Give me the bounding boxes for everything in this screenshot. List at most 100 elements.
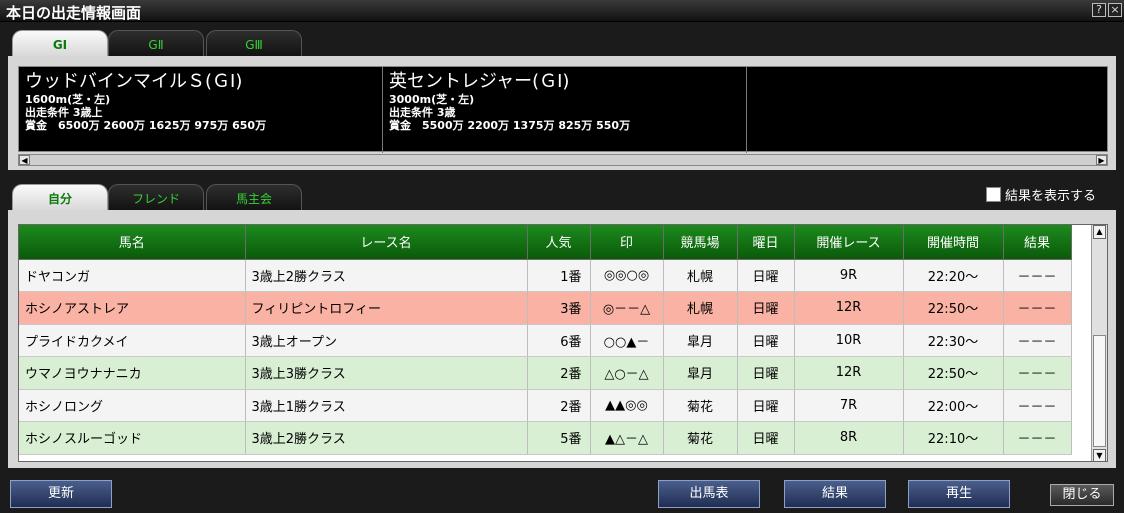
entries-panel: 馬名 レース名 人気 印 競馬場 曜日 開催レース 開催時間 結果 ドヤコンガ … (8, 210, 1116, 468)
horse-name: ホシノスルーゴッド (19, 421, 246, 455)
race-name-cell: 3歳上2勝クラス (245, 421, 528, 455)
race-name-cell: 3歳上2勝クラス (245, 259, 528, 292)
popularity-cell: 1番 (527, 259, 591, 292)
marks-cell: ▲△－△ (590, 421, 664, 455)
replay-button[interactable]: 再生 (908, 480, 1010, 508)
race-name-cell: 3歳上1勝クラス (245, 389, 528, 422)
horse-name: プライドカクメイ (19, 324, 246, 357)
scroll-right-icon[interactable]: ▶ (1096, 155, 1107, 165)
show-results-toggle[interactable]: 結果を表示する (986, 186, 1097, 204)
results-button[interactable]: 結果 (784, 480, 886, 508)
marks-cell: ▲▲◎◎ (590, 389, 664, 422)
course-cell: 皐月 (663, 356, 738, 390)
race-name: ウッドバインマイルＳ(ＧⅠ) (25, 71, 243, 92)
day-cell: 日曜 (737, 324, 795, 357)
column-header-day[interactable]: 曜日 (737, 225, 795, 260)
column-header-marks[interactable]: 印 (590, 225, 664, 260)
race-number-cell: 12R (794, 291, 904, 325)
race-name-cell: フィリピントロフィー (245, 291, 528, 325)
scroll-down-icon[interactable]: ▼ (1093, 449, 1106, 461)
marks-cell: △○－△ (590, 356, 664, 390)
entries-button[interactable]: 出馬表 (658, 480, 760, 508)
entries-table: 馬名 レース名 人気 印 競馬場 曜日 開催レース 開催時間 結果 ドヤコンガ … (19, 225, 1072, 455)
day-cell: 日曜 (737, 421, 795, 455)
table-row[interactable]: ドヤコンガ 3歳上2勝クラス 1番 ◎◎○◎ 札幌 日曜 9R 22:20～ －… (19, 259, 1072, 292)
tab-g2[interactable]: GⅡ (108, 30, 204, 58)
race-name-cell: 3歳上3勝クラス (245, 356, 528, 390)
show-results-label: 結果を表示する (1005, 188, 1097, 204)
result-cell: －－－ (1003, 324, 1072, 357)
table-row[interactable]: ウマノヨウナナニカ 3歳上3勝クラス 2番 △○－△ 皐月 日曜 12R 22:… (19, 356, 1072, 390)
result-cell: －－－ (1003, 421, 1072, 455)
day-cell: 日曜 (737, 389, 795, 422)
day-cell: 日曜 (737, 356, 795, 390)
column-header-horse[interactable]: 馬名 (19, 225, 246, 260)
tab-g3[interactable]: GⅢ (206, 30, 302, 58)
tab-g1[interactable]: GⅠ (12, 30, 108, 58)
entries-list: 馬名 レース名 人気 印 競馬場 曜日 開催レース 開催時間 結果 ドヤコンガ … (18, 224, 1108, 462)
result-cell: －－－ (1003, 291, 1072, 325)
show-results-checkbox[interactable] (986, 186, 1001, 202)
race-condition: 出走条件 3歳上 (25, 106, 103, 119)
time-cell: 22:30～ (903, 324, 1004, 357)
scroll-up-icon[interactable]: ▲ (1093, 225, 1106, 239)
column-header-race[interactable]: レース名 (245, 225, 528, 260)
race-prize: 賞金 5500万 2200万 1375万 825万 550万 (389, 119, 631, 132)
column-header-popularity[interactable]: 人気 (527, 225, 591, 260)
horizontal-scrollbar[interactable]: ◀ ▶ (18, 154, 1108, 166)
result-cell: －－－ (1003, 356, 1072, 390)
race-prize: 賞金 6500万 2600万 1625万 975万 650万 (25, 119, 267, 132)
close-button[interactable]: 閉じる (1050, 484, 1114, 506)
time-cell: 22:50～ (903, 291, 1004, 325)
marks-cell: ○○▲－ (590, 324, 664, 357)
window-title: 本日の出走情報画面 (6, 4, 142, 22)
window-close-button[interactable]: × (1108, 3, 1122, 17)
day-cell: 日曜 (737, 259, 795, 292)
race-card[interactable]: 英セントレジャー(ＧⅠ) 3000m(芝・左) 出走条件 3歳 賞金 5500万… (383, 67, 747, 153)
refresh-button[interactable]: 更新 (10, 480, 112, 508)
horse-name: ドヤコンガ (19, 259, 246, 292)
course-cell: 札幌 (663, 291, 738, 325)
popularity-cell: 2番 (527, 389, 591, 422)
column-header-time[interactable]: 開催時間 (903, 225, 1004, 260)
race-card[interactable]: ウッドバインマイルＳ(ＧⅠ) 1600m(芝・左) 出走条件 3歳上 賞金 65… (19, 67, 383, 153)
tab-friend[interactable]: フレンド (108, 184, 204, 212)
scrollbar-thumb[interactable] (1093, 335, 1106, 447)
marks-cell: ◎◎○◎ (590, 259, 664, 292)
column-header-course[interactable]: 競馬場 (663, 225, 738, 260)
popularity-cell: 3番 (527, 291, 591, 325)
course-cell: 菊花 (663, 421, 738, 455)
popularity-cell: 5番 (527, 421, 591, 455)
tab-owners-club[interactable]: 馬主会 (206, 184, 302, 212)
race-condition: 出走条件 3歳 (389, 106, 456, 119)
time-cell: 22:50～ (903, 356, 1004, 390)
race-card-empty (747, 67, 1107, 153)
race-distance: 3000m(芝・左) (389, 93, 475, 106)
tab-self[interactable]: 自分 (12, 184, 108, 212)
table-row[interactable]: ホシノロング 3歳上1勝クラス 2番 ▲▲◎◎ 菊花 日曜 7R 22:00～ … (19, 389, 1072, 422)
race-number-cell: 7R (794, 389, 904, 422)
table-row[interactable]: プライドカクメイ 3歳上オープン 6番 ○○▲－ 皐月 日曜 10R 22:30… (19, 324, 1072, 357)
vertical-scrollbar[interactable]: ▲ ▼ (1091, 225, 1107, 461)
course-cell: 札幌 (663, 259, 738, 292)
title-bar: 本日の出走情報画面 ? × (0, 0, 1124, 22)
race-info-list: ウッドバインマイルＳ(ＧⅠ) 1600m(芝・左) 出走条件 3歳上 賞金 65… (18, 66, 1108, 153)
course-cell: 菊花 (663, 389, 738, 422)
table-header-row: 馬名 レース名 人気 印 競馬場 曜日 開催レース 開催時間 結果 (19, 225, 1072, 260)
marks-cell: ◎－－△ (590, 291, 664, 325)
column-header-result[interactable]: 結果 (1003, 225, 1072, 260)
scroll-left-icon[interactable]: ◀ (19, 155, 30, 165)
help-button[interactable]: ? (1092, 3, 1106, 17)
time-cell: 22:00～ (903, 389, 1004, 422)
time-cell: 22:10～ (903, 421, 1004, 455)
horse-name: ホシノロング (19, 389, 246, 422)
race-info-panel: ウッドバインマイルＳ(ＧⅠ) 1600m(芝・左) 出走条件 3歳上 賞金 65… (8, 62, 1116, 170)
time-cell: 22:20～ (903, 259, 1004, 292)
column-header-race-number[interactable]: 開催レース (794, 225, 904, 260)
race-number-cell: 9R (794, 259, 904, 292)
race-number-cell: 8R (794, 421, 904, 455)
table-row[interactable]: ホシノスルーゴッド 3歳上2勝クラス 5番 ▲△－△ 菊花 日曜 8R 22:1… (19, 421, 1072, 455)
race-name: 英セントレジャー(ＧⅠ) (389, 71, 570, 92)
race-number-cell: 12R (794, 356, 904, 390)
table-row[interactable]: ホシノアストレア フィリピントロフィー 3番 ◎－－△ 札幌 日曜 12R 22… (19, 291, 1072, 325)
